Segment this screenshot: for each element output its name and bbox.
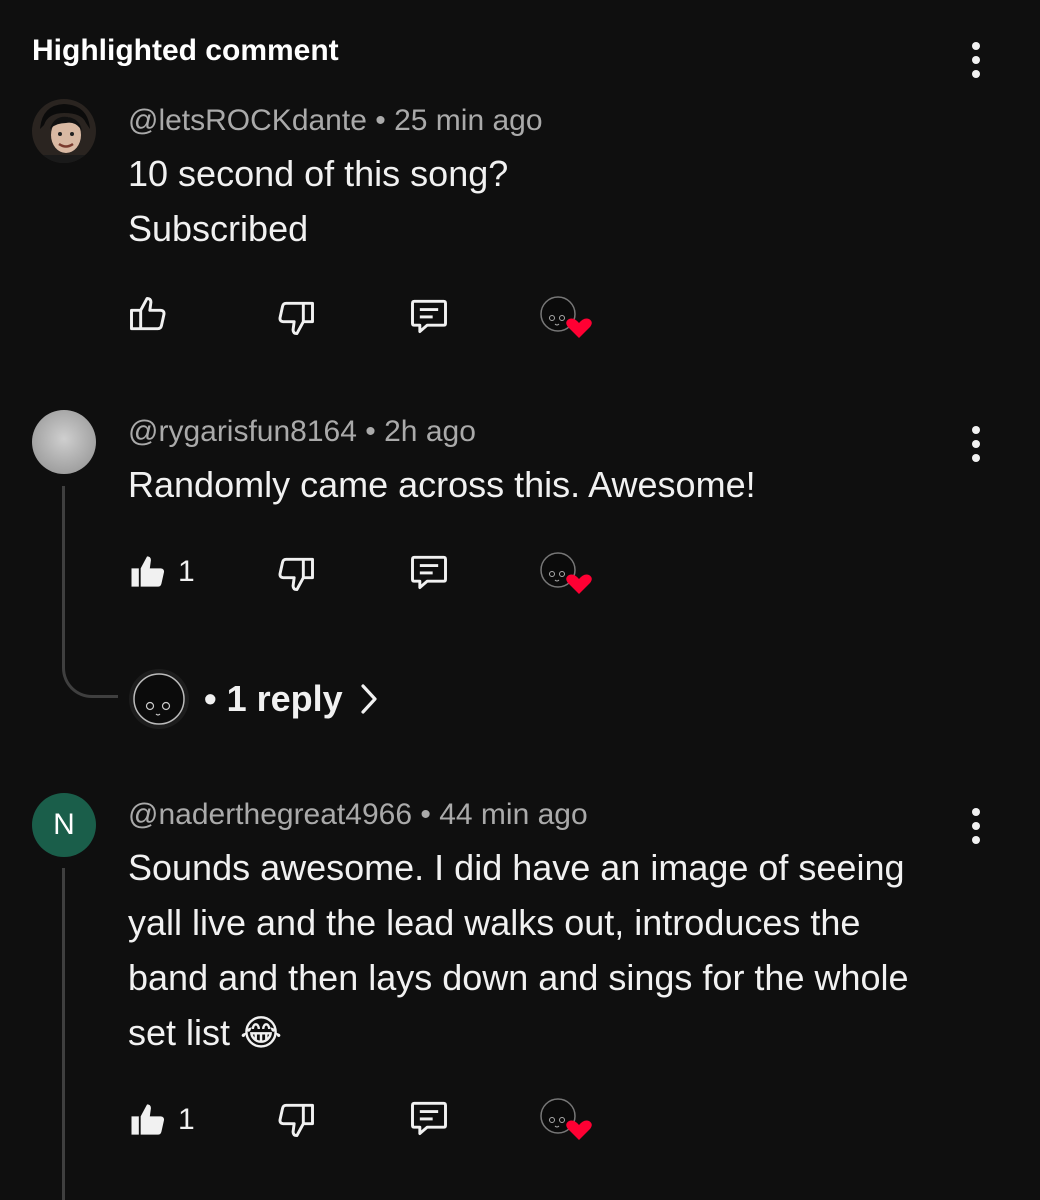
meta-separator: • [375,104,386,137]
comment-author[interactable]: @letsROCKdante [128,104,367,137]
thread-line [62,650,118,698]
creator-heart-badge [538,550,594,600]
reply-button[interactable] [406,1096,452,1140]
chevron-right-icon [361,684,377,714]
creator-heart-icon [540,1098,592,1140]
comment-text-line: yall live and the lead walks out, introd… [128,902,861,943]
dislike-button[interactable] [274,1098,318,1142]
thumbs-up-filled-icon [131,556,165,587]
comment-time[interactable]: 25 min ago [394,104,542,137]
dislike-button[interactable] [274,552,318,596]
like-button[interactable] [126,292,170,336]
thumbs-down-icon [278,557,314,592]
creator-heart-icon [540,552,592,594]
comment-text-line: 10 second of this song? [128,153,509,194]
reply-comment-icon [411,1101,447,1136]
thread-line [62,486,65,652]
comment-text: 10 second of this song? Subscribed [128,146,968,256]
thumbs-down-icon [278,1103,314,1138]
creator-heart-badge [538,1096,594,1146]
view-replies-button[interactable]: • 1 reply [128,668,379,730]
like-button[interactable]: 1 [126,550,195,594]
like-count: 1 [178,555,195,588]
avatar-letter: N [53,808,75,841]
comment-time[interactable]: 2h ago [384,415,476,448]
avatar[interactable] [32,410,96,474]
gray-circle-avatar-icon [32,410,96,474]
comment-text-line: Sounds awesome. I did have an image of s… [128,847,905,888]
comment-meta: @letsROCKdante • 25 min ago [128,104,543,138]
avatar[interactable] [32,99,96,163]
avatar[interactable]: N [32,793,96,857]
comment-text-line: band and then lays down and sings for th… [128,957,909,998]
replies-count-label[interactable]: 1 reply [227,678,343,720]
thumbs-up-icon [130,296,166,331]
section-title: Highlighted comment [32,34,339,67]
comment-text-line: set list 😂 [128,1012,283,1053]
creator-heart-badge [538,294,594,344]
comment-meta: @rygarisfun8164 • 2h ago [128,415,476,449]
more-options-icon[interactable] [964,40,988,80]
like-button[interactable]: 1 [126,1098,195,1142]
comment-text-line: Subscribed [128,208,309,249]
reply-comment-icon [411,555,447,590]
reply-button[interactable] [406,550,452,594]
comment-author[interactable]: @naderthegreat4966 [128,798,412,831]
meta-separator: • [420,798,431,831]
like-count: 1 [178,1103,195,1136]
creator-heart-icon [540,296,592,338]
meta-separator: • [365,415,376,448]
comment-time[interactable]: 44 min ago [439,798,587,831]
comment-author[interactable]: @rygarisfun8164 [128,415,357,448]
thread-line [62,868,65,1200]
comment-meta: @naderthegreat4966 • 44 min ago [128,798,588,832]
thumbs-down-icon [278,301,314,336]
comment-text-line: Randomly came across this. Awesome! [128,464,756,505]
comment-text: Randomly came across this. Awesome! [128,457,968,512]
comment-text: Sounds awesome. I did have an image of s… [128,840,968,1060]
reply-button[interactable] [406,294,452,338]
replies-bullet: • [204,678,217,719]
reply-author-avatar-icon [129,669,189,729]
reply-comment-icon [411,299,447,334]
dislike-button[interactable] [274,296,318,340]
thumbs-up-filled-icon [131,1104,165,1135]
person-photo-avatar-icon [32,99,96,163]
